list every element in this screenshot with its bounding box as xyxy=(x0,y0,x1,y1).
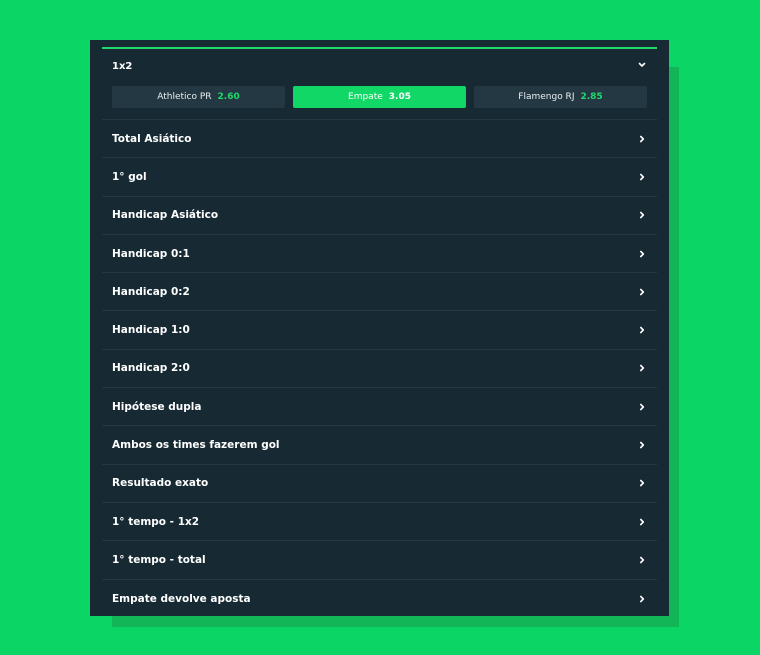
market-row[interactable]: Handicap 0:1 xyxy=(102,235,657,274)
market-label: Hipótese dupla xyxy=(112,400,202,413)
odd-button-draw[interactable]: Empate 3.05 xyxy=(293,86,466,108)
chevron-right-icon xyxy=(640,556,645,564)
odd-team-label: Flamengo RJ xyxy=(518,92,575,102)
chevron-right-icon xyxy=(640,595,645,603)
market-row[interactable]: Hipótese dupla xyxy=(102,388,657,427)
odd-button-away[interactable]: Flamengo RJ 2.85 xyxy=(474,86,647,108)
chevron-right-icon xyxy=(640,288,645,296)
odd-button-home[interactable]: Athletico PR 2.60 xyxy=(112,86,285,108)
chevron-right-icon xyxy=(640,250,645,257)
market-1x2-expanded: 1x2 Athletico PR 2.60 Empate 3.05 Flamen… xyxy=(102,49,657,120)
market-row[interactable]: Empate devolve aposta xyxy=(102,580,657,618)
chevron-down-icon[interactable] xyxy=(637,60,647,70)
odds-row: Athletico PR 2.60 Empate 3.05 Flamengo R… xyxy=(112,86,647,108)
market-label: Empate devolve aposta xyxy=(112,592,251,605)
market-label: Handicap Asiático xyxy=(112,209,219,222)
market-row[interactable]: Ambos os times fazerem gol xyxy=(102,426,657,465)
market-label: Handicap 1:0 xyxy=(112,324,190,337)
market-label: Ambos os times fazerem gol xyxy=(112,439,280,452)
market-label: Handicap 2:0 xyxy=(112,362,190,375)
market-row[interactable]: Resultado exato xyxy=(102,465,657,503)
market-row[interactable]: Handicap Asiático xyxy=(102,197,657,235)
chevron-right-icon xyxy=(640,173,645,181)
chevron-right-icon xyxy=(640,441,645,449)
market-label: 1° tempo - 1x2 xyxy=(112,515,200,528)
market-row[interactable]: Handicap 1:0 xyxy=(102,311,657,350)
market-label: Handicap 0:1 xyxy=(112,247,190,260)
chevron-right-icon xyxy=(640,480,645,487)
market-label: 1° tempo - total xyxy=(112,553,206,566)
chevron-right-icon xyxy=(640,135,645,142)
chevron-right-icon xyxy=(640,403,645,411)
market-label: Total Asiático xyxy=(112,132,192,145)
markets-panel: 1x2 Athletico PR 2.60 Empate 3.05 Flamen… xyxy=(90,40,669,616)
market-row[interactable]: Total Asiático xyxy=(102,120,657,159)
market-row[interactable]: Handicap 2:0 xyxy=(102,350,657,389)
market-label: Handicap 0:2 xyxy=(112,285,190,298)
odd-team-label: Athletico PR xyxy=(157,92,212,102)
market-row[interactable]: 1° tempo - 1x2 xyxy=(102,503,657,542)
odd-price: 2.60 xyxy=(217,92,240,102)
market-row[interactable]: 1° gol xyxy=(102,158,657,197)
market-row[interactable]: Handicap 0:2 xyxy=(102,273,657,312)
odd-price: 2.85 xyxy=(580,92,603,102)
odd-price: 3.05 xyxy=(388,92,411,102)
chevron-right-icon xyxy=(640,326,645,334)
chevron-right-icon xyxy=(640,518,645,525)
chevron-right-icon xyxy=(640,211,645,219)
market-row[interactable]: 1° tempo - total xyxy=(102,541,657,580)
market-1x2-title: 1x2 xyxy=(112,61,133,72)
market-label: 1° gol xyxy=(112,170,147,183)
market-list: Total Asiático 1° gol Handicap Asiático Han… xyxy=(102,120,657,618)
chevron-right-icon xyxy=(640,365,645,372)
market-label: Resultado exato xyxy=(112,477,209,490)
odd-team-label: Empate xyxy=(348,92,383,102)
